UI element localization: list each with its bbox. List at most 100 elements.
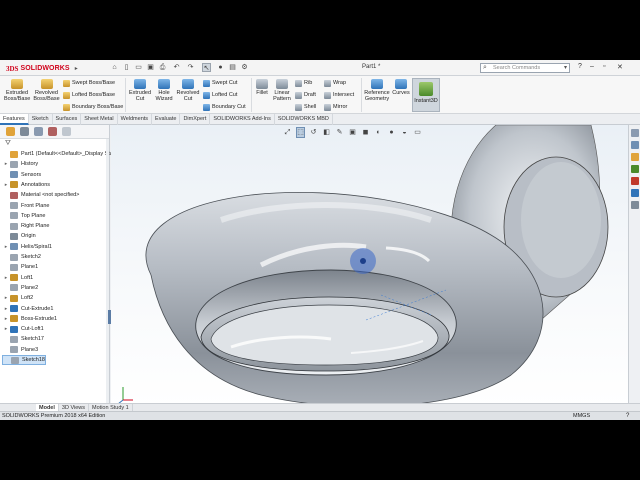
tab-sketch[interactable]: Sketch <box>29 114 53 125</box>
custom-properties-icon[interactable] <box>631 189 639 197</box>
curves-button[interactable]: Curves <box>392 79 410 96</box>
expand-arrow-icon[interactable]: ▸ <box>2 314 10 324</box>
appearances-icon[interactable] <box>631 177 639 185</box>
redo-icon[interactable]: ↷ <box>186 63 195 72</box>
tree-item[interactable]: ▸ Helix/Spiral1 <box>2 242 52 252</box>
configuration-manager-tab-icon[interactable] <box>34 127 43 136</box>
tree-item[interactable]: Sketch17 <box>2 334 44 344</box>
tab-features[interactable]: Features <box>0 114 29 125</box>
tab-surfaces[interactable]: Surfaces <box>53 114 82 125</box>
help-icon[interactable]: ? <box>578 63 582 70</box>
fillet-button[interactable]: Fillet <box>254 79 270 96</box>
intersect-button[interactable]: Intersect <box>324 90 354 100</box>
tree-item[interactable]: ▸ Annotations <box>2 180 50 190</box>
home-icon[interactable]: ⌂ <box>110 63 119 72</box>
tree-item[interactable]: Sensors <box>2 170 41 180</box>
tree-item[interactable]: ▸ Cut-Extrude1 <box>2 304 53 314</box>
boundary-cut-button[interactable]: Boundary Cut <box>203 102 246 112</box>
open-icon[interactable]: ▭ <box>134 63 143 72</box>
file-explorer-icon[interactable] <box>631 153 639 161</box>
undo-icon[interactable]: ↶ <box>172 63 181 72</box>
units-selector[interactable]: MMGS <box>573 412 590 420</box>
rib-button[interactable]: Rib <box>295 78 312 88</box>
new-document-icon[interactable]: ▯ <box>122 63 131 72</box>
linear-pattern-button[interactable]: Linear Pattern <box>271 79 293 102</box>
extruded-boss-button[interactable]: Extruded Boss/Base <box>4 79 30 102</box>
tree-item[interactable]: Part1 (Default<<Default>_Display Sta <box>2 149 113 159</box>
tree-item-label: Plane1 <box>21 264 39 271</box>
view-palette-icon[interactable] <box>631 165 639 173</box>
lofted-cut-button[interactable]: Lofted Cut <box>203 90 237 100</box>
reference-geometry-button[interactable]: Reference Geometry <box>363 79 391 102</box>
boundary-boss-button[interactable]: Boundary Boss/Base <box>63 102 123 112</box>
tab-weldments[interactable]: Weldments <box>118 114 153 125</box>
tree-item[interactable]: Sketch18 <box>2 355 46 365</box>
tree-item[interactable]: Plane3 <box>2 345 38 355</box>
search-commands-input[interactable]: ⌕ Search Commands ▾ <box>480 63 570 73</box>
tree-item[interactable]: Front Plane <box>2 201 49 211</box>
expand-arrow-icon[interactable]: ▸ <box>2 273 10 283</box>
forum-icon[interactable] <box>631 201 639 209</box>
solidworks-resources-icon[interactable] <box>631 129 639 137</box>
save-icon[interactable]: ▣ <box>146 63 155 72</box>
tab-sheet-metal[interactable]: Sheet Metal <box>81 114 118 125</box>
tree-item[interactable]: Origin <box>2 231 36 241</box>
search-dropdown-icon[interactable]: ▾ <box>564 64 567 72</box>
tab-solidworks-mbd[interactable]: SOLIDWORKS MBD <box>275 114 333 125</box>
help-icon[interactable]: ? <box>626 412 629 420</box>
file-properties-icon[interactable]: ▤ <box>228 63 237 72</box>
tab-evaluate[interactable]: Evaluate <box>152 114 181 125</box>
lofted-boss-button[interactable]: Lofted Boss/Base <box>63 90 115 100</box>
tree-item[interactable]: Plane1 <box>2 262 38 272</box>
draft-button[interactable]: Draft <box>295 90 316 100</box>
wrap-button[interactable]: Wrap <box>324 78 346 88</box>
tree-item[interactable]: Top Plane <box>2 211 45 221</box>
scrollbar[interactable] <box>106 139 109 407</box>
bottom-tab-3d-views[interactable]: 3D Views <box>59 404 90 411</box>
expand-arrow-icon[interactable]: ▸ <box>2 180 10 190</box>
swept-cut-button[interactable]: Swept Cut <box>203 78 237 88</box>
display-manager-tab-icon[interactable] <box>62 127 71 136</box>
extruded-cut-button[interactable]: Extruded Cut <box>128 79 152 102</box>
instant3d-button[interactable]: Instant3D <box>412 78 440 112</box>
tab-dimxpert[interactable]: DimXpert <box>180 114 211 125</box>
tree-item[interactable]: Plane2 <box>2 283 38 293</box>
expand-arrow-icon[interactable]: ▸ <box>2 324 10 334</box>
tree-item[interactable]: ▸ History <box>2 159 38 169</box>
rebuild-icon[interactable]: ● <box>216 63 225 72</box>
feature-manager-tab-icon[interactable] <box>6 127 15 136</box>
expand-arrow-icon[interactable]: ▸ <box>2 159 10 169</box>
revolved-boss-button[interactable]: Revolved Boss/Base <box>33 79 60 102</box>
close-icon[interactable]: ✕ <box>617 63 623 71</box>
tree-item[interactable]: ▸ Loft1 <box>2 273 33 283</box>
revolved-cut-button[interactable]: Revolved Cut <box>176 79 200 102</box>
tree-item[interactable]: Right Plane <box>2 221 49 231</box>
expand-arrow-icon[interactable]: ▸ <box>2 293 10 303</box>
filter-icon[interactable]: ⛛ <box>0 139 109 148</box>
property-manager-tab-icon[interactable] <box>20 127 29 136</box>
print-icon[interactable]: ⎙ <box>158 63 167 72</box>
dimxpert-manager-tab-icon[interactable] <box>48 127 57 136</box>
tab-solidworks-add-ins[interactable]: SOLIDWORKS Add-Ins <box>210 114 275 125</box>
mirror-button[interactable]: Mirror <box>324 102 347 112</box>
design-library-icon[interactable] <box>631 141 639 149</box>
tree-item[interactable]: ▸ Loft2 <box>2 293 33 303</box>
graphics-area[interactable]: ⤢ ⬚ ↺ ◧ ✎ ▣ ◼ ◐ ● ◒ ▭ <box>111 125 628 407</box>
bottom-tab-model[interactable]: Model <box>36 404 59 411</box>
swept-boss-button[interactable]: Swept Boss/Base <box>63 78 115 88</box>
select-icon[interactable]: ↖ <box>202 63 211 72</box>
tree-item[interactable]: ▸ Boss-Extrude1 <box>2 314 57 324</box>
bottom-tab-motion-study-1[interactable]: Motion Study 1 <box>89 404 133 411</box>
solidworks-logo[interactable]: 3DS SOLIDWORKS ▸ <box>6 63 78 74</box>
tree-item[interactable]: Material <not specified> <box>2 190 79 200</box>
expand-arrow-icon[interactable]: ▸ <box>2 304 10 314</box>
options-gear-icon[interactable]: ⚙ <box>240 63 249 72</box>
maximize-icon[interactable]: ▫ <box>603 63 605 70</box>
tree-item[interactable]: Sketch2 <box>2 252 41 262</box>
tree-item[interactable]: ▸ Cut-Loft1 <box>2 324 44 334</box>
minimize-icon[interactable]: – <box>590 63 594 70</box>
hole-wizard-button[interactable]: Hole Wizard <box>153 79 175 102</box>
shell-button[interactable]: Shell <box>295 102 316 112</box>
expand-arrow-icon[interactable]: ▸ <box>2 242 10 252</box>
menu-arrow-icon[interactable]: ▸ <box>75 65 78 72</box>
